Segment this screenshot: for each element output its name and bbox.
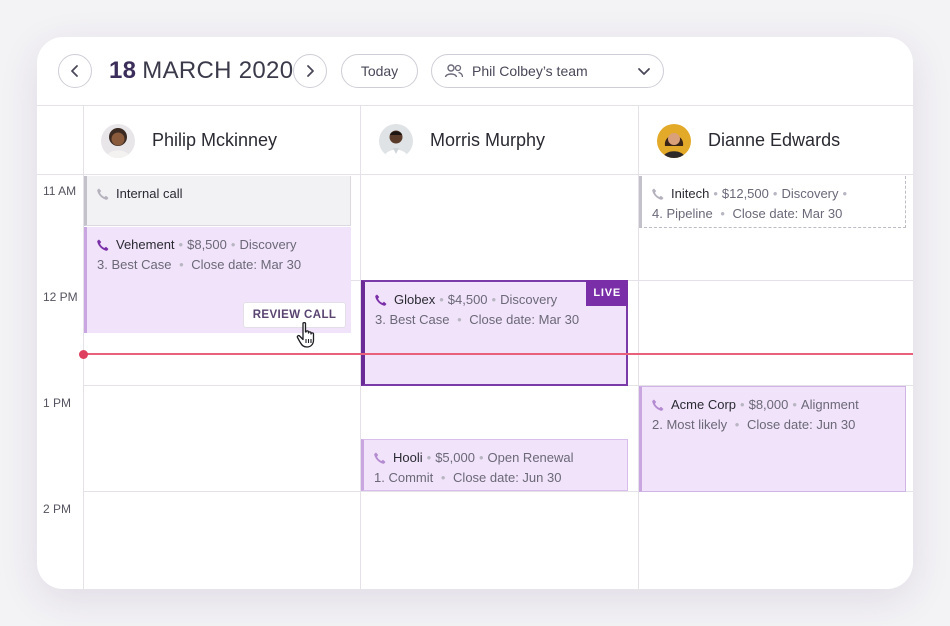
event-internal-call[interactable]: Internal call — [84, 176, 351, 226]
event-amount: $4,500 — [447, 292, 488, 307]
date-title: 18 MARCH 2020 — [109, 57, 293, 85]
event-title: Internal call — [116, 186, 183, 201]
event-close-date: Close date: Jun 30 — [746, 417, 856, 432]
separator-dot: • — [230, 237, 236, 252]
person-name: Dianne Edwards — [708, 130, 841, 150]
event-forecast: 3. Best Case — [375, 312, 450, 327]
phone-icon — [96, 238, 110, 252]
phone-icon — [651, 398, 665, 412]
person-column-header[interactable]: Dianne Edwards — [657, 106, 840, 175]
time-label: 12 PM — [43, 290, 78, 304]
chevron-right-icon — [307, 65, 314, 77]
separator-dot: • — [426, 450, 432, 465]
toolbar: 18 MARCH 2020 Today Phil Colbey’s team — [37, 37, 913, 106]
separator-dot: • — [720, 206, 725, 221]
separator-dot: • — [439, 292, 444, 307]
separator-dot: • — [792, 397, 797, 412]
phone-icon — [651, 187, 665, 201]
event-amount: $8,000 — [748, 397, 789, 412]
event-forecast: 2. Most likely — [652, 417, 728, 432]
event-close-date: Close date: Mar 30 — [191, 257, 302, 272]
team-label: Phil Colbey’s team — [472, 63, 588, 79]
separator-dot: • — [713, 186, 718, 201]
separator-dot: • — [772, 186, 778, 201]
chevron-down-icon — [637, 67, 651, 76]
event-acme-corp[interactable]: Acme Corp • $8,000 • Alignment 2. Most l… — [639, 386, 906, 492]
event-close-date: Close date: Mar 30 — [732, 206, 843, 221]
date-day: 18 — [109, 57, 137, 84]
event-globex[interactable]: Globex • $4,500 • Discovery 3. Best Case… — [361, 280, 628, 386]
event-stage: Discovery — [781, 186, 839, 201]
event-hooli[interactable]: Hooli • $5,000 • Open Renewal 1. Commit … — [361, 439, 628, 491]
event-stage: Alignment — [800, 397, 859, 412]
event-amount: $8,500 — [187, 237, 227, 252]
event-initech[interactable]: Initech • $12,500 • Discovery • 4. Pipel… — [639, 176, 906, 228]
event-stage: Discovery — [500, 292, 558, 307]
separator-dot: • — [478, 450, 484, 465]
separator-dot: • — [740, 397, 745, 412]
prev-day-button[interactable] — [58, 54, 92, 88]
event-vehement[interactable]: Vehement • $8,500 • Discovery 3. Best Ca… — [84, 227, 351, 333]
event-forecast: 3. Best Case — [97, 257, 172, 272]
event-close-date: Close date: Mar 30 — [469, 312, 580, 327]
chevron-left-icon — [71, 65, 78, 77]
event-stage: Discovery — [239, 237, 297, 252]
today-button[interactable]: Today — [341, 54, 418, 88]
separator-dot: • — [491, 292, 497, 307]
event-close-date: Close date: Jun 30 — [453, 470, 562, 485]
separator-dot: • — [440, 470, 446, 485]
event-company: Vehement — [116, 237, 175, 252]
calendar-card: 18 MARCH 2020 Today Phil Colbey’s team Ph… — [37, 37, 913, 589]
person-name: Philip Mckinney — [152, 130, 278, 150]
separator-dot: • — [842, 186, 848, 201]
event-company: Initech — [671, 186, 710, 201]
people-header: Philip Mckinney Morris Murphy Dianne Edw… — [37, 106, 913, 175]
event-amount: $5,000 — [435, 450, 475, 465]
event-amount: $12,500 — [721, 186, 769, 201]
team-icon — [444, 64, 464, 78]
separator-dot: • — [457, 312, 462, 327]
team-selector[interactable]: Phil Colbey’s team — [431, 54, 664, 88]
live-badge: LIVE — [586, 280, 628, 306]
time-label: 11 AM — [43, 184, 77, 198]
avatar — [657, 123, 691, 158]
avatar — [379, 123, 413, 158]
avatar — [101, 123, 135, 158]
time-label: 2 PM — [43, 502, 72, 516]
event-stage: Open Renewal — [487, 450, 574, 465]
event-company: Globex — [394, 292, 436, 307]
hand-cursor-icon — [296, 321, 315, 348]
separator-dot: • — [178, 237, 184, 252]
date-month-year: MARCH 2020 — [142, 57, 294, 84]
next-day-button[interactable] — [293, 54, 327, 88]
phone-icon — [96, 187, 110, 201]
person-column-header[interactable]: Morris Murphy — [379, 106, 545, 175]
event-company: Hooli — [393, 450, 423, 465]
separator-dot: • — [734, 417, 740, 432]
event-forecast: 1. Commit — [374, 470, 434, 485]
event-forecast: 4. Pipeline — [652, 206, 713, 221]
person-name: Morris Murphy — [430, 130, 546, 150]
phone-icon — [373, 451, 387, 465]
event-company: Acme Corp — [671, 397, 737, 412]
time-label: 1 PM — [43, 396, 72, 410]
phone-icon — [374, 293, 388, 307]
separator-dot: • — [179, 257, 184, 272]
current-time-dot — [79, 350, 88, 359]
person-column-header[interactable]: Philip Mckinney — [101, 106, 277, 175]
current-time-line — [83, 353, 913, 355]
